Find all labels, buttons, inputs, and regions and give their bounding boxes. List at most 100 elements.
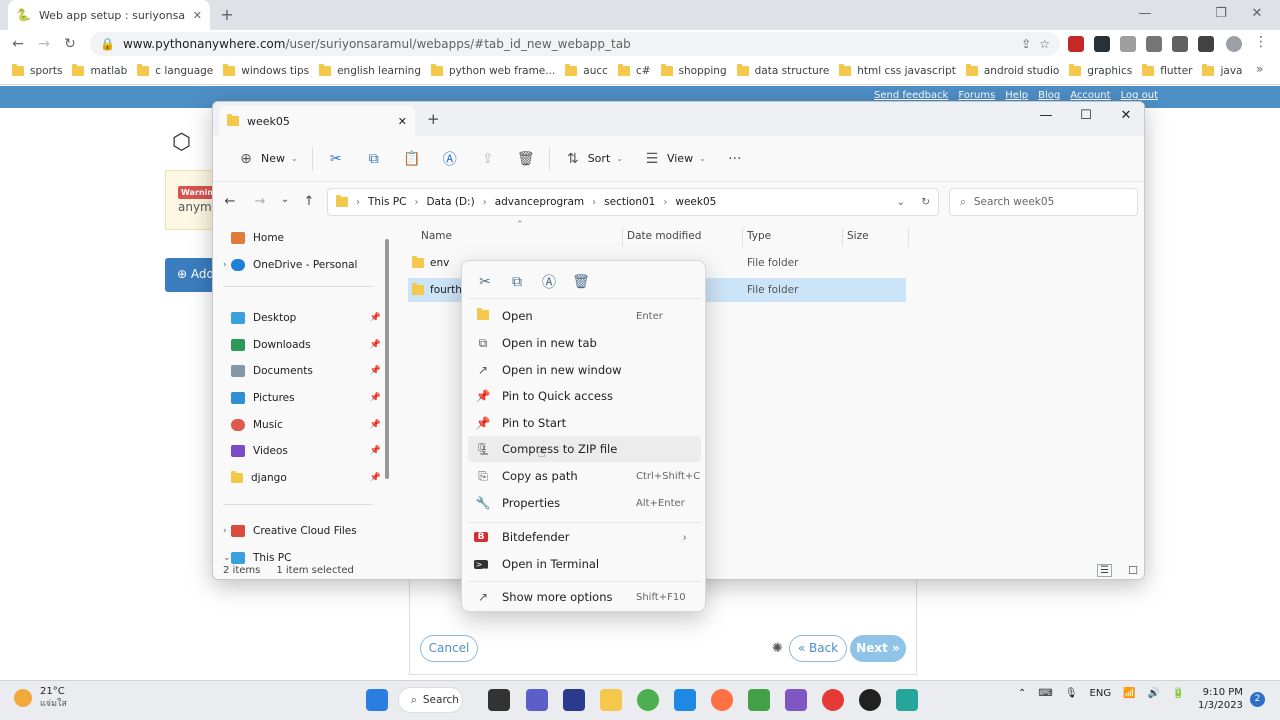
delete-button[interactable]: 🗑 — [507, 144, 545, 174]
bookmark-item[interactable]: aucc — [565, 64, 618, 77]
new-button[interactable]: ⊕ New ⌄ — [227, 144, 308, 174]
chevron-right-icon[interactable]: › — [223, 260, 227, 270]
minimize-window-button[interactable]: — — [1122, 0, 1168, 28]
paste-button[interactable]: 📋 — [393, 144, 431, 174]
column-divider[interactable] — [622, 227, 623, 247]
browser-tab[interactable]: 🐍 Web app setup : suriyonsaramul ✕ — [8, 0, 210, 30]
bookmark-item[interactable]: android studio — [965, 64, 1069, 77]
bookmark-item[interactable]: html css javascript — [839, 64, 966, 77]
tiles-view-icon[interactable]: ☐ — [1128, 564, 1138, 577]
new-tab-button[interactable]: + — [216, 4, 238, 26]
copy-button[interactable]: ⧉ — [355, 144, 393, 174]
send-feedback-link[interactable]: Send feedback — [874, 90, 948, 101]
chrome-menu-icon[interactable]: ⋮ — [1254, 34, 1268, 50]
wifi-icon[interactable]: 📶 — [1123, 688, 1135, 699]
menu-item-open[interactable]: Open Enter — [468, 303, 701, 329]
profile-avatar-icon[interactable] — [1226, 36, 1242, 52]
back-arrow-icon[interactable]: ← — [221, 194, 239, 210]
close-tab-icon[interactable]: ✕ — [193, 9, 202, 22]
explorer-breadcrumb[interactable]: › This PC › Data (D:) › advanceprogram ›… — [327, 188, 939, 216]
address-bar[interactable]: 🔒 www.pythonanywhere.com/user/suriyonsar… — [90, 32, 1060, 56]
bookmark-item[interactable]: windows tips — [223, 64, 319, 77]
up-arrow-icon[interactable]: ↑ — [300, 194, 318, 210]
sidebar-item-django[interactable]: django 📌 — [231, 466, 381, 490]
weather-widget[interactable]: 21°C แจ่มใส — [14, 686, 67, 710]
sidebar-item-onedrive[interactable]: › OneDrive - Personal — [223, 253, 381, 277]
column-divider[interactable] — [908, 227, 909, 247]
extension-red-icon[interactable] — [1068, 36, 1084, 52]
column-header-size[interactable]: Size — [847, 230, 869, 242]
sidebar-item-music[interactable]: Music 📌 — [231, 413, 381, 437]
sidebar-scrollbar[interactable] — [385, 239, 389, 479]
menu-item-copy-as-path[interactable]: ⎘ Copy as path Ctrl+Shift+C — [468, 463, 701, 489]
more-options-button[interactable]: ··· — [716, 144, 754, 174]
windows-start-icon[interactable] — [366, 689, 388, 711]
bookmark-item[interactable]: data structure — [736, 64, 840, 77]
sidebar-item-desktop[interactable]: Desktop 📌 — [231, 306, 381, 330]
explorer-new-tab-button[interactable]: + — [427, 110, 440, 128]
remote-desktop-app-icon[interactable] — [896, 689, 918, 711]
column-header-date-modified[interactable]: Date modified — [627, 230, 701, 242]
teams-chat-icon[interactable] — [526, 689, 548, 711]
help-link[interactable]: Help — [1005, 90, 1028, 101]
star-icon[interactable]: ☆ — [1039, 37, 1050, 51]
menu-item-bitdefender[interactable]: B Bitdefender › — [468, 524, 701, 550]
rename-button[interactable]: Ⓐ — [431, 144, 469, 174]
keyboard-icon[interactable]: ⌨ — [1038, 688, 1052, 699]
opera-app-icon[interactable] — [822, 689, 844, 711]
green-app-icon[interactable] — [748, 689, 770, 711]
bookmark-item[interactable]: english learning — [319, 64, 431, 77]
taskbar-clock[interactable]: 9:10 PM 1/3/2023 — [1198, 686, 1243, 712]
wizard-back-button[interactable]: « Back — [789, 635, 847, 662]
bookmark-item[interactable]: sports — [12, 64, 72, 77]
close-tab-icon[interactable]: ✕ — [398, 115, 407, 128]
sidebar-item-home[interactable]: Home — [231, 226, 381, 250]
recent-locations-chevron-icon[interactable]: ⌄ — [276, 194, 294, 210]
sidebar-item-downloads[interactable]: Downloads 📌 — [231, 333, 381, 357]
forward-arrow-icon[interactable]: → — [251, 194, 269, 210]
breadcrumb-this-pc[interactable]: This PC — [368, 196, 406, 208]
refresh-icon[interactable]: ↻ — [921, 196, 930, 208]
sidebar-item-pictures[interactable]: Pictures 📌 — [231, 386, 381, 410]
close-window-button[interactable]: ✕ — [1234, 0, 1280, 28]
bookmark-item[interactable]: java — [1202, 64, 1252, 77]
sort-button[interactable]: ⇅ Sort ⌄ — [554, 144, 633, 174]
bookmark-item[interactable]: python web frame... — [431, 64, 565, 77]
bookmark-item[interactable]: flutter — [1142, 64, 1202, 77]
menu-item-show-more-options[interactable]: ↗ Show more options Shift+F10 — [468, 584, 701, 610]
file-explorer-app-icon[interactable] — [600, 689, 622, 711]
add-web-app-button[interactable]: ⊕ Add — [165, 258, 215, 292]
chrome-app-icon[interactable] — [637, 689, 659, 711]
chevron-down-icon[interactable]: ⌄ — [896, 196, 905, 208]
cancel-button[interactable]: Cancel — [420, 635, 478, 662]
rename-icon[interactable]: Ⓐ — [540, 272, 558, 292]
breadcrumb-data-d[interactable]: Data (D:) — [426, 196, 474, 208]
word-app-icon[interactable] — [674, 689, 696, 711]
sidebar-item-documents[interactable]: Documents 📌 — [231, 359, 381, 383]
breadcrumb-section01[interactable]: section01 — [604, 196, 655, 208]
explorer-search-input[interactable]: ⌕ Search week05 — [949, 188, 1138, 216]
sidebar-item-videos[interactable]: Videos 📌 — [231, 439, 381, 463]
battery-icon[interactable]: 🔋 — [1172, 688, 1184, 699]
camera-extension-icon[interactable] — [1146, 36, 1162, 52]
menu-item-properties[interactable]: 🔧 Properties Alt+Enter — [468, 490, 701, 516]
account-link[interactable]: Account — [1070, 90, 1110, 101]
puzzle-extensions-icon[interactable] — [1172, 36, 1188, 52]
menu-item-open-new-tab[interactable]: ⧉ Open in new tab — [468, 330, 701, 356]
menu-item-pin-start[interactable]: 📌 Pin to Start — [468, 410, 701, 436]
logout-link[interactable]: Log out — [1121, 90, 1158, 101]
close-icon[interactable]: ✕ — [1106, 104, 1144, 128]
speaker-icon[interactable]: 🔊 — [1148, 688, 1160, 699]
reload-icon[interactable]: ↻ — [60, 34, 80, 54]
view-button[interactable]: ☰ View ⌄ — [633, 144, 716, 174]
forward-arrow-icon[interactable]: → — [34, 34, 54, 54]
task-view-icon[interactable] — [488, 689, 510, 711]
firefox-app-icon[interactable] — [711, 689, 733, 711]
bookmark-item[interactable]: matlab — [72, 64, 137, 77]
language-indicator[interactable]: ENG — [1090, 688, 1112, 699]
menu-item-compress-zip[interactable]: 🗜 Compress to ZIP file — [468, 436, 701, 462]
details-view-icon[interactable]: ☰ — [1097, 563, 1113, 577]
visual-studio-app-icon[interactable] — [563, 689, 585, 711]
bookmark-item[interactable]: c language — [137, 64, 223, 77]
breadcrumb-advanceprogram[interactable]: advanceprogram — [495, 196, 584, 208]
